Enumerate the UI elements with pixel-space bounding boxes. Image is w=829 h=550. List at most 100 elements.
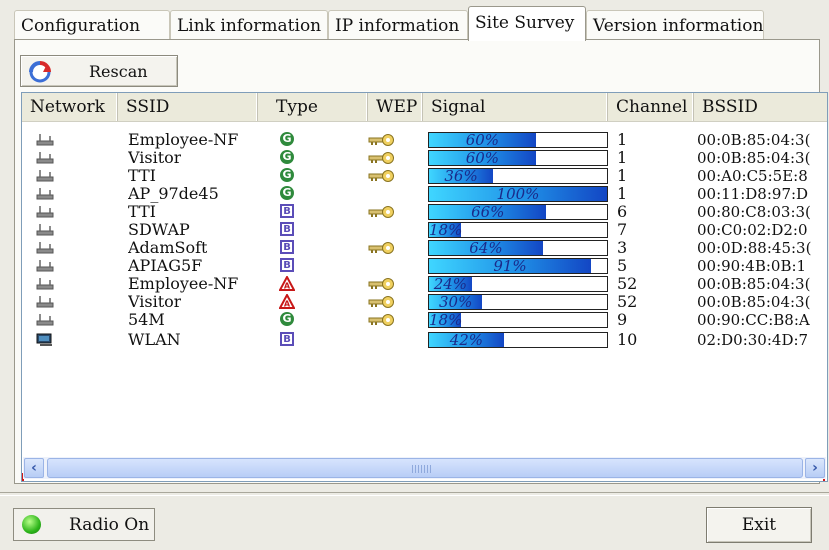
ssid-cell: SDWAP <box>128 221 190 239</box>
bssid-cell: 00:0B:85:04:3( <box>697 131 811 149</box>
access-point-icon <box>36 188 54 200</box>
table-row[interactable]: SDWAP B 18% 7 00:C0:02:D2:0 <box>22 221 827 239</box>
column-header-signal[interactable]: Signal <box>423 93 608 121</box>
key-icon <box>368 314 394 326</box>
channel-cell: 52 <box>617 275 638 293</box>
chevron-right-icon: › <box>812 460 818 476</box>
table-row[interactable]: AP_97de45 G 100% 1 00:11:D8:97:D <box>22 185 827 203</box>
access-point-icon <box>36 242 54 254</box>
tab-label: IP information <box>335 16 460 36</box>
access-point-icon <box>36 206 54 218</box>
tab-ip-information[interactable]: IP information <box>328 10 468 40</box>
radio-status-label: Radio On <box>69 515 150 535</box>
type-g-icon: G <box>280 150 294 164</box>
signal-percent: 66% <box>471 203 505 221</box>
tab-link-information[interactable]: Link information <box>170 10 328 40</box>
grip-icon <box>412 465 432 473</box>
table-row[interactable]: Employee-NF A 24% 52 00:0B:85:04:3( <box>22 275 827 293</box>
column-header-channel[interactable]: Channel <box>608 93 694 121</box>
table-row[interactable]: Employee-NF G 60% 1 00:0B:85:04:3( <box>22 131 827 149</box>
ssid-cell: 54M <box>128 311 165 329</box>
signal-bar: 60% <box>428 132 608 148</box>
signal-percent: 60% <box>465 131 500 149</box>
signal-percent: 18% <box>429 221 463 239</box>
column-header-wep[interactable]: WEP <box>368 93 423 121</box>
bssid-cell: 00:11:D8:97:D <box>697 185 809 203</box>
table-row-selected[interactable]: WLAN B 42% 10 02:D0:30:4D:7 <box>22 331 827 349</box>
list-header: Network SSID Type WEP Signal Channel BSS… <box>22 93 827 122</box>
exit-button[interactable]: Exit <box>706 507 812 543</box>
channel-cell: 6 <box>617 203 628 221</box>
ssid-cell: TTI <box>128 203 156 221</box>
channel-cell: 10 <box>617 331 638 349</box>
table-row[interactable]: Visitor A 30% 52 00:0B:85:04:3( <box>22 293 827 311</box>
key-icon <box>368 152 394 164</box>
signal-bar: 18% <box>428 312 608 328</box>
signal-percent: 100% <box>496 185 540 203</box>
type-g-icon: G <box>280 168 294 182</box>
channel-cell: 1 <box>617 131 628 149</box>
tab-version-information[interactable]: Version information <box>586 10 764 40</box>
access-point-icon <box>36 278 54 290</box>
bssid-cell: 00:0B:85:04:3( <box>697 293 811 311</box>
column-header-bssid[interactable]: BSSID <box>694 93 827 121</box>
signal-bar: 36% <box>428 168 608 184</box>
signal-bar: 64% <box>428 240 608 256</box>
ssid-cell: APIAG5F <box>128 257 203 275</box>
svg-text:A: A <box>284 300 291 309</box>
access-point-icon <box>36 224 54 236</box>
rescan-label: Rescan <box>89 62 148 81</box>
ssid-cell: AP_97de45 <box>128 185 219 203</box>
bssid-cell: 00:90:4B:0B:1 <box>697 257 807 275</box>
tab-site-survey[interactable]: Site Survey <box>468 6 586 41</box>
table-row[interactable]: Visitor G 60% 1 00:0B:85:04:3( <box>22 149 827 167</box>
scroll-right-button[interactable]: › <box>805 458 825 478</box>
access-point-icon <box>36 134 54 146</box>
key-icon <box>368 242 394 254</box>
column-header-network[interactable]: Network <box>22 93 118 121</box>
table-row[interactable]: AdamSoft B 64% 3 00:0D:88:45:3( <box>22 239 827 257</box>
access-point-icon <box>36 170 54 182</box>
type-b-icon: B <box>280 240 294 254</box>
signal-percent: 64% <box>469 239 503 257</box>
signal-bar: 24% <box>428 276 608 292</box>
ssid-cell: Employee-NF <box>128 131 239 149</box>
tab-label: Configuration <box>21 16 141 36</box>
channel-cell: 5 <box>617 257 628 275</box>
signal-percent: 60% <box>465 149 500 167</box>
access-point-icon <box>36 314 54 326</box>
signal-percent: 24% <box>433 275 468 293</box>
bssid-cell: 00:80:C8:03:3( <box>697 203 811 221</box>
access-point-icon <box>36 152 54 164</box>
scrollbar-thumb[interactable] <box>47 458 803 478</box>
signal-percent: 91% <box>493 257 527 275</box>
type-g-icon: G <box>280 132 294 146</box>
scroll-left-button[interactable]: ‹ <box>24 458 44 478</box>
table-row[interactable]: 54M G 18% 9 00:90:CC:B8:A <box>22 311 827 329</box>
computer-icon <box>36 333 52 346</box>
signal-bar: 91% <box>428 258 608 274</box>
bssid-cell: 00:0B:85:04:3( <box>697 275 811 293</box>
rescan-button[interactable]: Rescan <box>20 55 178 87</box>
signal-bar: 42% <box>428 332 608 348</box>
table-row[interactable]: APIAG5F B 91% 5 00:90:4B:0B:1 <box>22 257 827 275</box>
ssid-cell: TTI <box>128 167 156 185</box>
svg-text:A: A <box>284 282 291 291</box>
tab-label: Link information <box>177 16 322 36</box>
radio-status-button[interactable]: Radio On <box>13 508 155 541</box>
type-b-icon: B <box>280 204 294 218</box>
access-point-icon <box>36 260 54 272</box>
tab-configuration[interactable]: Configuration <box>14 10 170 40</box>
network-list[interactable]: Network SSID Type WEP Signal Channel BSS… <box>21 92 828 482</box>
column-header-type[interactable]: Type <box>258 93 368 121</box>
column-header-ssid[interactable]: SSID <box>118 93 258 121</box>
horizontal-scrollbar[interactable]: ‹ › <box>23 457 826 479</box>
type-g-icon: G <box>280 186 294 200</box>
table-row[interactable]: TTI G 36% 1 00:A0:C5:5E:8 <box>22 167 827 185</box>
table-row[interactable]: TTI B 66% 6 00:80:C8:03:3( <box>22 203 827 221</box>
access-point-icon <box>36 296 54 308</box>
tab-label: Site Survey <box>475 13 575 33</box>
tab-label: Version information <box>593 16 764 36</box>
channel-cell: 52 <box>617 293 638 311</box>
signal-percent: 30% <box>439 293 473 311</box>
